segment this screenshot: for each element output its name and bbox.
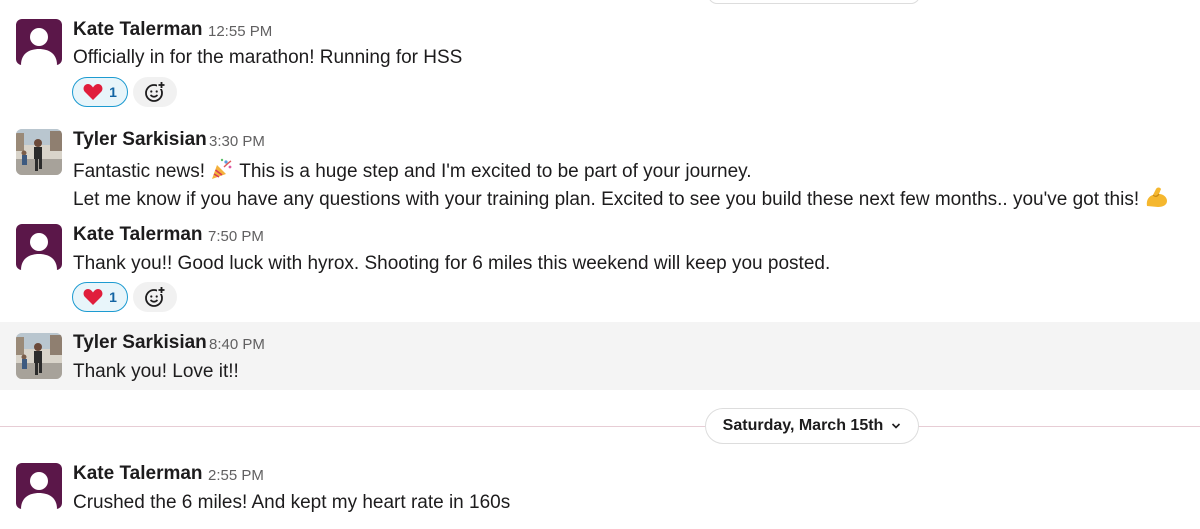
author-name[interactable]: Tyler Sarkisian	[73, 332, 207, 354]
message: Kate Talerman 2:55 PM Crushed the 6 mile…	[0, 455, 1200, 529]
message[interactable]: Tyler Sarkisian 8:40 PM Thank you! Love …	[0, 322, 1200, 390]
author-name[interactable]: Kate Talerman	[73, 463, 203, 485]
avatar[interactable]	[16, 224, 62, 270]
timestamp[interactable]: 2:55 PM	[208, 467, 264, 484]
user-photo	[16, 129, 62, 175]
timestamp[interactable]: 3:30 PM	[209, 133, 265, 150]
date-divider-line	[0, 426, 1200, 427]
author-name[interactable]: Tyler Sarkisian	[73, 129, 207, 151]
timestamp[interactable]: 12:55 PM	[208, 23, 272, 40]
chevron-down-icon	[892, 423, 901, 429]
avatar[interactable]	[16, 463, 62, 509]
default-user-icon	[21, 472, 57, 509]
message-text-segment: This is a huge step and I'm excited to b…	[239, 161, 752, 182]
default-user-icon	[21, 28, 57, 65]
message: Tyler Sarkisian 3:30 PM Fantastic news! …	[0, 120, 1200, 220]
flexed-biceps-icon	[1147, 187, 1168, 207]
avatar[interactable]	[16, 19, 62, 65]
message-text: Crushed the 6 miles! And kept my heart r…	[73, 492, 511, 513]
date-divider-label: Saturday, March 15th	[722, 417, 884, 434]
message-text: Thank you!! Good luck with hyrox. Shooti…	[73, 253, 831, 274]
add-reaction-button[interactable]	[133, 282, 177, 312]
heart-icon	[83, 289, 103, 305]
timestamp[interactable]: 8:40 PM	[209, 336, 265, 353]
add-reaction-button[interactable]	[133, 77, 177, 107]
avatar[interactable]	[16, 129, 62, 175]
default-user-icon	[21, 233, 57, 270]
add-emoji-icon	[145, 81, 166, 102]
message-text-segment: Let me know if you have any questions wi…	[73, 189, 1140, 210]
message-text-segment: Fantastic news!	[73, 161, 205, 182]
reaction-count: 1	[109, 289, 117, 305]
add-emoji-icon	[145, 286, 166, 307]
message-text: Officially in for the marathon! Running …	[73, 47, 463, 68]
message: Kate Talerman 7:50 PM Thank you!! Good l…	[0, 220, 1200, 320]
heart-icon	[83, 84, 103, 100]
timestamp[interactable]: 7:50 PM	[208, 228, 264, 245]
author-name[interactable]: Kate Talerman	[73, 224, 203, 246]
message-text: Thank you! Love it!!	[73, 361, 239, 382]
author-name[interactable]: Kate Talerman	[73, 19, 203, 41]
reaction-count: 1	[109, 84, 117, 100]
reaction-pill[interactable]: 1	[72, 77, 128, 107]
user-photo	[16, 333, 62, 379]
reaction-pill[interactable]: 1	[72, 282, 128, 312]
date-divider-pill[interactable]: Saturday, March 15th	[705, 408, 919, 444]
message-text: Fantastic news! This is a huge step and …	[73, 157, 752, 183]
avatar[interactable]	[16, 333, 62, 379]
message-text: Let me know if you have any questions wi…	[73, 185, 1170, 211]
message: Kate Talerman 12:55 PM Officially in for…	[0, 0, 1200, 120]
party-popper-icon	[212, 158, 232, 179]
